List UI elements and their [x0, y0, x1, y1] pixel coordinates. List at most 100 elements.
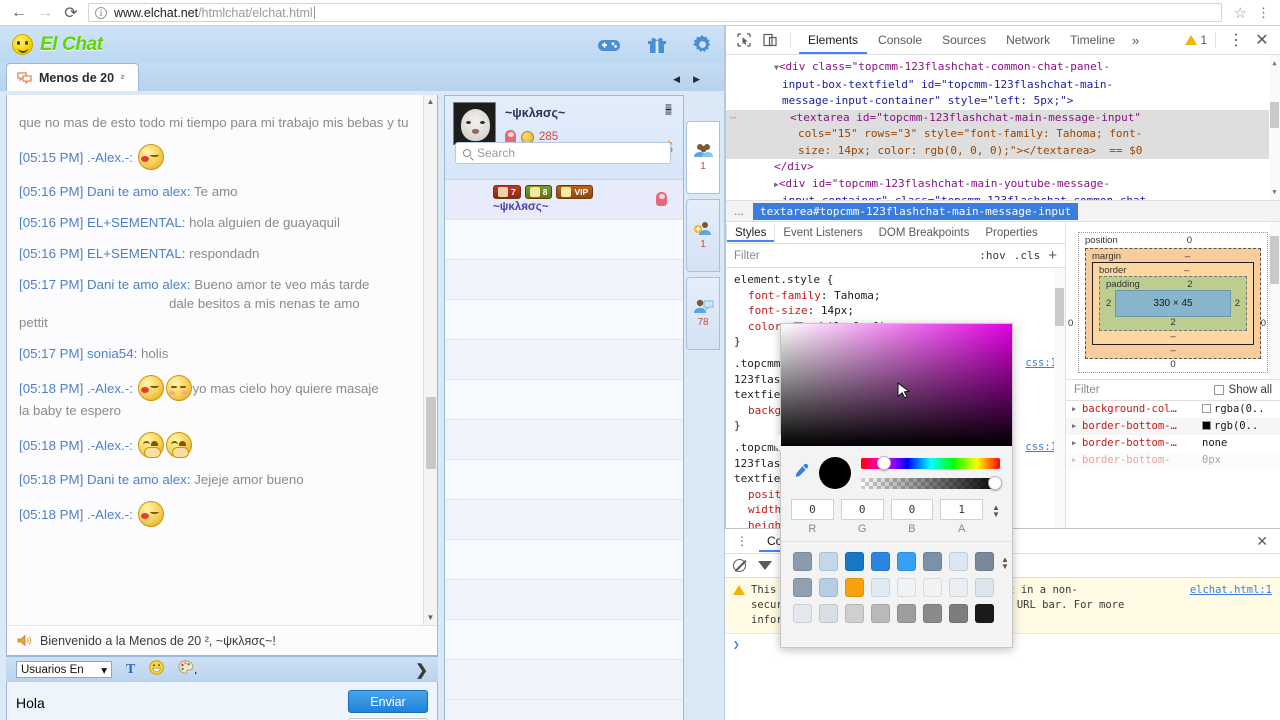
- composer-expand-icon[interactable]: ❯: [415, 661, 428, 679]
- drawer-menu-icon[interactable]: ⋮: [729, 535, 755, 547]
- tab-prev-arrow[interactable]: ◀: [673, 74, 680, 85]
- scroll-up-arrow[interactable]: ▲: [424, 95, 437, 109]
- list-item[interactable]: [445, 260, 683, 300]
- color-format-toggle[interactable]: ▲ ▼: [990, 499, 1002, 519]
- palette-swatch-12[interactable]: [897, 578, 916, 597]
- computed-row[interactable]: ▶ border-bottom-… rgb(0..: [1066, 418, 1280, 435]
- palette-toggle[interactable]: ▲ ▼: [1001, 552, 1009, 571]
- tab-network[interactable]: Network: [997, 27, 1059, 54]
- tab-menos-de-20[interactable]: Menos de 20 ²: [6, 63, 140, 91]
- dom-line-selected[interactable]: ⋯ <textarea id="topcmm-123flashchat-main-…: [726, 109, 1280, 126]
- avatar[interactable]: [453, 102, 496, 145]
- drawer-close-icon[interactable]: ✕: [1248, 533, 1276, 550]
- alpha-slider-knob[interactable]: [988, 475, 1002, 490]
- scrollbar-thumb[interactable]: [1055, 288, 1064, 326]
- palette-swatch-11[interactable]: [871, 578, 890, 597]
- palette-swatch-18[interactable]: [845, 604, 864, 623]
- font-format-icon[interactable]: T: [126, 662, 135, 678]
- bookmark-star-icon[interactable]: ☆: [1228, 4, 1253, 22]
- chat-scrollbar[interactable]: ▲ ▼: [423, 95, 437, 625]
- rail-tab-people[interactable]: 1: [686, 121, 720, 194]
- css-source-link[interactable]: css:1: [1025, 440, 1057, 456]
- palette-swatch-19[interactable]: [871, 604, 890, 623]
- palette-swatch-21[interactable]: [923, 604, 942, 623]
- dom-tree-scrollbar[interactable]: ▲ ▼: [1269, 55, 1280, 200]
- g-input[interactable]: 0: [840, 499, 884, 520]
- scroll-down-arrow[interactable]: ▼: [424, 611, 437, 625]
- tab-styles[interactable]: Styles: [726, 223, 776, 242]
- css-source-link[interactable]: css:1: [1025, 356, 1057, 372]
- eyedropper-icon[interactable]: [793, 463, 809, 483]
- back-arrow-icon[interactable]: ←: [6, 2, 32, 24]
- list-item[interactable]: [445, 580, 683, 620]
- scroll-down-arrow[interactable]: ▼: [1269, 184, 1280, 201]
- gear-icon[interactable]: [693, 35, 712, 54]
- list-item[interactable]: 7 8 VIP ~ψκλяσς~: [445, 180, 683, 220]
- computed-row[interactable]: ▶ background-col… rgba(0..: [1066, 401, 1280, 418]
- list-item[interactable]: [445, 220, 683, 260]
- tab-dom-breakpoints[interactable]: DOM Breakpoints: [871, 224, 978, 242]
- palette-swatch-16[interactable]: [793, 604, 812, 623]
- scroll-up-arrow[interactable]: ▲: [1269, 55, 1280, 72]
- scrollbar-thumb[interactable]: [1270, 236, 1279, 284]
- users-online-select[interactable]: Usuarios En ▾: [16, 661, 112, 678]
- list-item[interactable]: [445, 300, 683, 340]
- list-item[interactable]: [445, 340, 683, 380]
- breadcrumb-selected[interactable]: textarea#topcmm-123flashchat-main-messag…: [753, 202, 1079, 220]
- tab-event-listeners[interactable]: Event Listeners: [775, 224, 870, 242]
- palette-swatch-3[interactable]: [871, 552, 890, 571]
- hue-slider-knob[interactable]: [877, 455, 891, 470]
- list-item[interactable]: [445, 500, 683, 540]
- browser-menu-icon[interactable]: ⋮: [1253, 6, 1274, 19]
- palette-swatch-14[interactable]: [949, 578, 968, 597]
- palette-swatch-1[interactable]: [819, 552, 838, 571]
- scrollbar-thumb[interactable]: [1270, 102, 1279, 128]
- message-input[interactable]: Hola: [16, 695, 45, 711]
- devtools-menu-icon[interactable]: ⋮: [1224, 28, 1248, 52]
- palette-swatch-5[interactable]: [923, 552, 942, 571]
- scrollbar-thumb[interactable]: [426, 397, 436, 469]
- boxmodel-scrollbar[interactable]: [1269, 222, 1280, 379]
- tab-properties[interactable]: Properties: [977, 224, 1045, 242]
- expand-triangle-icon[interactable]: ▶: [1072, 452, 1082, 469]
- palette-icon[interactable]: [178, 659, 198, 680]
- search-input[interactable]: Search: [455, 142, 671, 164]
- list-item[interactable]: [445, 620, 683, 660]
- tab-console[interactable]: Console: [869, 27, 931, 54]
- b-input[interactable]: 0: [890, 499, 934, 520]
- site-info-icon[interactable]: i: [95, 6, 107, 19]
- palette-swatch-23[interactable]: [975, 604, 994, 623]
- list-icon[interactable]: ≡ ≡: [665, 101, 673, 118]
- alpha-slider[interactable]: [861, 475, 1002, 490]
- console-source-link[interactable]: elchat.html:1: [1190, 583, 1272, 598]
- list-item[interactable]: [445, 540, 683, 580]
- a-input[interactable]: 1: [940, 499, 983, 520]
- palette-swatch-2[interactable]: [845, 552, 864, 571]
- list-item[interactable]: [445, 380, 683, 420]
- dom-line[interactable]: input-box-textfield" id="topcmm-123flash…: [726, 77, 1280, 94]
- palette-swatch-15[interactable]: [975, 578, 994, 597]
- dom-line[interactable]: input-container" class="topcmm-123flashc…: [726, 193, 1280, 200]
- palette-swatch-17[interactable]: [819, 604, 838, 623]
- dom-line[interactable]: ▶<div id="topcmm-123flashchat-main-youtu…: [726, 176, 1280, 194]
- smiley-icon[interactable]: [149, 659, 165, 680]
- r-input[interactable]: 0: [791, 499, 834, 520]
- css-declaration[interactable]: font-size: 14px;: [734, 303, 1057, 319]
- palette-swatch-9[interactable]: [819, 578, 838, 597]
- computed-row[interactable]: ▶ border-bottom-… none: [1066, 435, 1280, 452]
- list-item[interactable]: [445, 420, 683, 460]
- clear-console-icon[interactable]: [733, 559, 746, 572]
- gift-icon[interactable]: [647, 35, 667, 54]
- checkbox[interactable]: [1213, 385, 1224, 395]
- breadcrumb-overflow[interactable]: ...: [730, 204, 748, 218]
- filter-icon[interactable]: [758, 561, 772, 570]
- css-declaration[interactable]: font-family: Tahoma;: [734, 288, 1057, 304]
- device-toggle-icon[interactable]: [758, 28, 782, 52]
- rail-tab-chat-person[interactable]: 78: [686, 277, 720, 350]
- tab-sources[interactable]: Sources: [933, 27, 995, 54]
- gamepad-icon[interactable]: [597, 37, 621, 53]
- dom-line-selected[interactable]: size: 14px; color: rgb(0, 0, 0);"></text…: [726, 142, 1280, 159]
- hue-slider[interactable]: [861, 455, 1000, 470]
- dom-line[interactable]: message-input-container" style="left: 5p…: [726, 93, 1280, 110]
- expand-triangle-icon[interactable]: ▶: [1072, 418, 1082, 435]
